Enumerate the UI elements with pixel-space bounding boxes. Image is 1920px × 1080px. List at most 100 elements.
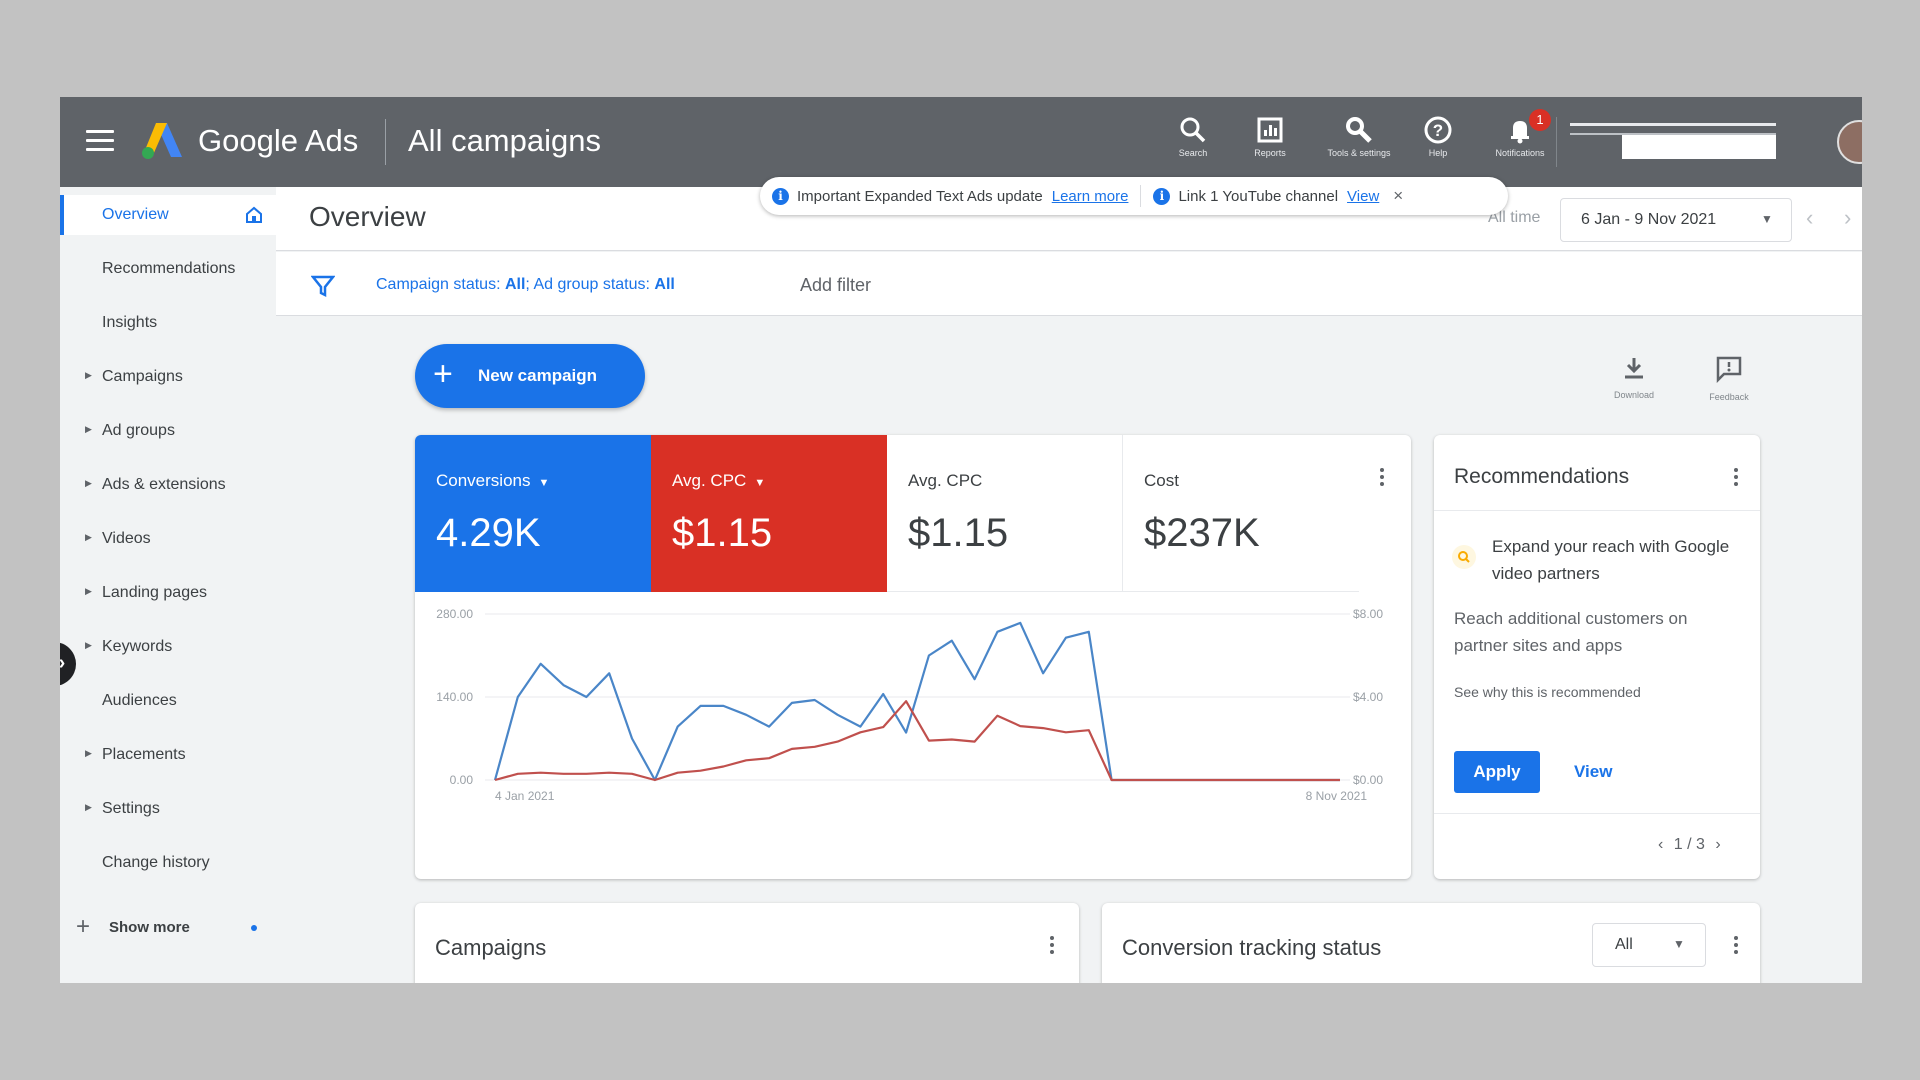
help-tool[interactable]: ? Help bbox=[1403, 115, 1473, 158]
tools-icon bbox=[1346, 117, 1372, 143]
campaign-scope[interactable]: All campaigns bbox=[408, 123, 601, 159]
search-icon bbox=[1180, 117, 1206, 143]
sidebar-item-placements[interactable]: ▶ Placements bbox=[60, 735, 276, 775]
sidebar-item-insights[interactable]: Insights bbox=[60, 303, 276, 343]
reports-tool-label: Reports bbox=[1254, 148, 1286, 158]
download-label: Download bbox=[1613, 390, 1655, 400]
sidebar-item-audiences[interactable]: Audiences bbox=[60, 681, 276, 721]
next-period-icon[interactable]: › bbox=[1844, 205, 1851, 231]
help-icon: ? bbox=[1424, 116, 1452, 144]
chevron-left-icon[interactable]: ‹ bbox=[1658, 836, 1663, 853]
view-link[interactable]: View bbox=[1347, 188, 1379, 205]
page-title: Overview bbox=[309, 201, 426, 232]
reports-icon bbox=[1257, 117, 1283, 143]
new-campaign-button[interactable]: + New campaign bbox=[415, 344, 645, 408]
more-options-icon[interactable] bbox=[1370, 465, 1394, 495]
conversion-filter-value: All bbox=[1615, 936, 1633, 953]
google-ads-logo bbox=[142, 123, 182, 159]
conversion-filter-select[interactable]: All ▼ bbox=[1592, 923, 1706, 967]
sidebar-item-label: Landing pages bbox=[102, 584, 207, 601]
sidebar-item-label: Keywords bbox=[102, 638, 173, 655]
sidebar-item-videos[interactable]: ▶ Videos bbox=[60, 519, 276, 559]
dropdown-arrow-icon: ▼ bbox=[1761, 212, 1773, 226]
home-icon bbox=[246, 206, 262, 223]
download-button[interactable]: Download bbox=[1599, 355, 1669, 400]
recommendation-body: Reach additional customers on partner si… bbox=[1454, 609, 1688, 655]
banner-message-ads-update: Important Expanded Text Ads update bbox=[797, 187, 1043, 205]
conversion-tracking-title: Conversion tracking status bbox=[1122, 935, 1382, 960]
x-end-label: 8 Nov 2021 bbox=[1306, 789, 1368, 803]
dropdown-arrow-icon[interactable]: ▼ bbox=[754, 477, 765, 489]
campaign-status-value: All bbox=[504, 276, 526, 293]
caret-right-icon: ▶ bbox=[85, 586, 92, 596]
caret-right-icon: ▶ bbox=[85, 640, 92, 650]
dropdown-arrow-icon[interactable]: ▼ bbox=[539, 477, 550, 489]
metric-avg-cpc[interactable]: Avg. CPC $1.15 bbox=[887, 435, 1123, 592]
sidebar-item-ad-groups[interactable]: ▶ Ad groups bbox=[60, 411, 276, 451]
sidebar-item-label: Insights bbox=[102, 314, 158, 331]
banner-message-youtube: Link 1 YouTube channel bbox=[1178, 187, 1339, 205]
recommendation-headline: Expand your reach with Google video part… bbox=[1492, 537, 1730, 583]
notifications-tool[interactable]: 1 Notifications bbox=[1485, 109, 1555, 158]
add-filter-button[interactable]: Add filter bbox=[800, 275, 871, 296]
sidebar-item-label: Change history bbox=[102, 854, 210, 871]
sidebar-item-ads-extensions[interactable]: ▶ Ads & extensions bbox=[60, 465, 276, 505]
avatar[interactable] bbox=[1837, 120, 1862, 164]
search-tool[interactable]: Search bbox=[1158, 115, 1228, 158]
show-more-button[interactable]: + Show more bbox=[76, 915, 266, 945]
pager-count: 1 / 3 bbox=[1673, 836, 1705, 853]
sidebar-item-label: Ad groups bbox=[102, 422, 175, 439]
menu-icon[interactable] bbox=[86, 130, 114, 152]
info-icon: i bbox=[1153, 187, 1171, 205]
sidebar-item-change-history[interactable]: Change history bbox=[60, 843, 276, 883]
search-reach-icon bbox=[1452, 545, 1476, 569]
campaigns-card: Campaigns bbox=[415, 903, 1079, 983]
apply-button[interactable]: Apply bbox=[1454, 751, 1540, 793]
feedback-button[interactable]: Feedback bbox=[1694, 355, 1764, 402]
sidebar-item-overview[interactable]: Overview bbox=[60, 195, 276, 235]
search-tool-label: Search bbox=[1178, 148, 1208, 158]
plus-icon: + bbox=[76, 913, 91, 940]
metric-name: Avg. CPC bbox=[672, 471, 747, 490]
tools-tool-label: Tools & settings bbox=[1327, 148, 1391, 158]
more-options-icon[interactable] bbox=[1724, 933, 1748, 963]
metric-conversions[interactable]: Conversions ▼ 4.29K bbox=[415, 435, 651, 592]
more-options-icon[interactable] bbox=[1040, 933, 1064, 963]
active-filters[interactable]: Campaign status: All; Ad group status: A… bbox=[376, 276, 675, 294]
metric-value: $1.15 bbox=[908, 511, 1009, 555]
plus-icon: + bbox=[433, 355, 453, 393]
metric-name: Cost bbox=[1144, 471, 1179, 490]
previous-period-icon[interactable]: ‹ bbox=[1806, 205, 1813, 231]
filter-icon[interactable] bbox=[311, 274, 335, 298]
date-range-select[interactable]: 6 Jan - 9 Nov 2021 ▼ bbox=[1560, 198, 1792, 242]
see-why-link[interactable]: See why this is recommended bbox=[1454, 684, 1641, 700]
metric-value: $1.15 bbox=[672, 511, 773, 555]
metric-cost[interactable]: Cost $237K bbox=[1123, 435, 1359, 592]
recommendations-card: Recommendations Expand your reach with G… bbox=[1434, 435, 1760, 879]
account-info-redacted[interactable] bbox=[1570, 123, 1776, 159]
reports-tool[interactable]: Reports bbox=[1235, 115, 1305, 158]
view-button[interactable]: View bbox=[1574, 762, 1612, 782]
metric-name: Conversions bbox=[436, 471, 531, 490]
chevron-right-icon[interactable]: › bbox=[1715, 836, 1720, 853]
campaigns-card-title: Campaigns bbox=[435, 935, 547, 960]
close-icon[interactable]: × bbox=[1393, 186, 1403, 206]
tools-tool[interactable]: Tools & settings bbox=[1324, 115, 1394, 158]
caret-right-icon: ▶ bbox=[85, 532, 92, 542]
metric-value: 4.29K bbox=[436, 511, 541, 555]
topbar-divider-right bbox=[1556, 117, 1557, 167]
info-icon: i bbox=[772, 187, 789, 205]
learn-more-link[interactable]: Learn more bbox=[1052, 188, 1129, 205]
sidebar-item-recommendations[interactable]: Recommendations bbox=[60, 249, 276, 289]
brand-name[interactable]: Google Ads bbox=[198, 123, 358, 159]
sidebar-item-keywords[interactable]: ▶ Keywords bbox=[60, 627, 276, 667]
sidebar-item-settings[interactable]: ▶ Settings bbox=[60, 789, 276, 829]
caret-right-icon: ▶ bbox=[85, 370, 92, 380]
conversions-series-line bbox=[493, 621, 1340, 782]
sidebar-item-landing-pages[interactable]: ▶ Landing pages bbox=[60, 573, 276, 613]
metric-avg-cpc-selected[interactable]: Avg. CPC ▼ $1.15 bbox=[651, 435, 887, 592]
new-indicator-dot bbox=[251, 925, 257, 931]
more-options-icon[interactable] bbox=[1724, 465, 1748, 495]
sidebar-item-campaigns[interactable]: ▶ Campaigns bbox=[60, 357, 276, 397]
metric-name: Avg. CPC bbox=[908, 471, 983, 490]
